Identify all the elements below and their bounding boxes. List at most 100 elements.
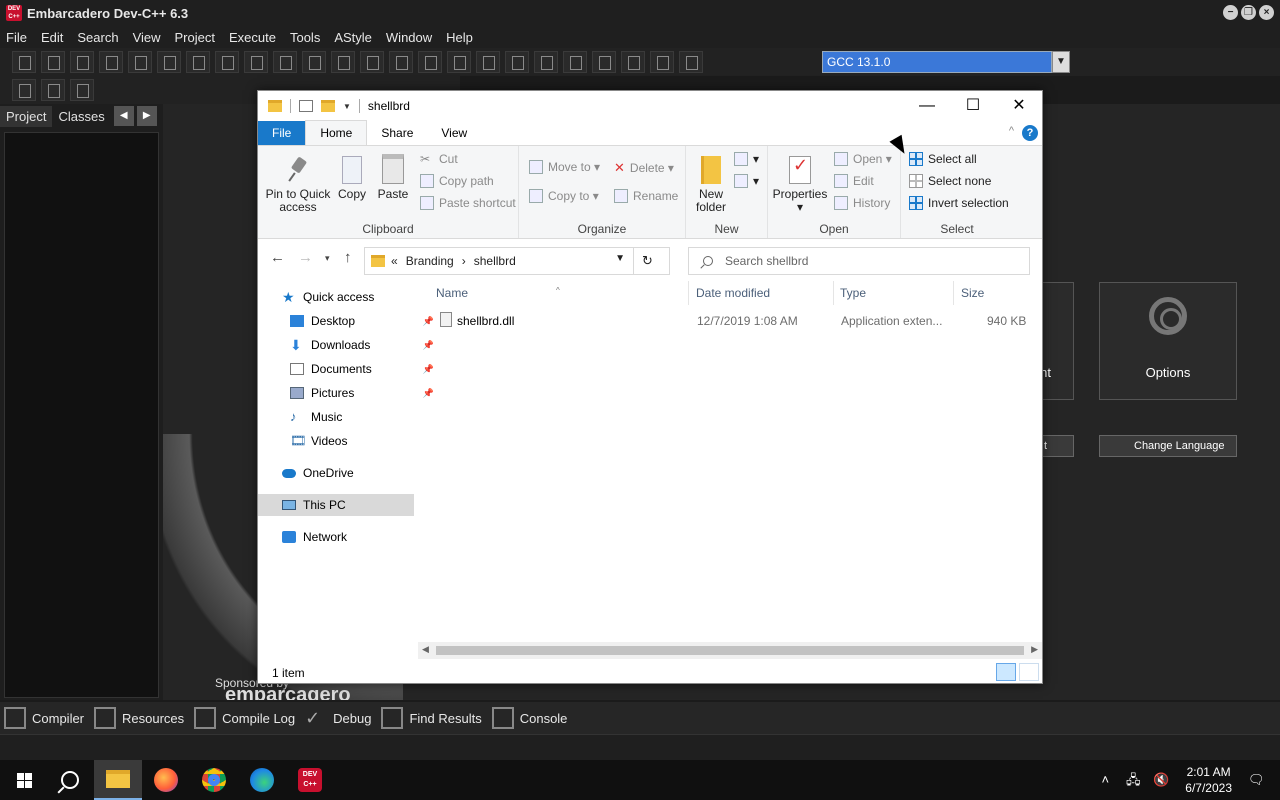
select-none-button[interactable]: Select none bbox=[909, 174, 991, 188]
menu-astyle[interactable]: AStyle bbox=[334, 30, 372, 45]
nav-item-network[interactable]: Network bbox=[282, 526, 438, 548]
new-folder-button[interactable]: New folder bbox=[694, 156, 728, 214]
ide-minimize-button[interactable]: − bbox=[1223, 5, 1238, 20]
taskbar-chrome[interactable] bbox=[190, 760, 238, 800]
scroll-right-icon[interactable]: ▶ bbox=[1031, 644, 1038, 655]
save-all-icon[interactable] bbox=[99, 51, 123, 73]
breadcrumb-branding[interactable]: Branding bbox=[406, 254, 454, 268]
replace-icon[interactable] bbox=[244, 51, 268, 73]
indent-icon[interactable] bbox=[389, 51, 413, 73]
taskbar-firefox[interactable] bbox=[142, 760, 190, 800]
save-icon[interactable] bbox=[70, 51, 94, 73]
stop-execution-icon[interactable] bbox=[621, 51, 645, 73]
notifications-icon[interactable]: 🗨 bbox=[1248, 772, 1265, 788]
tab-compiler[interactable]: Compiler bbox=[4, 707, 84, 729]
up-arrow-icon[interactable]: ↑ bbox=[344, 249, 352, 266]
insert-icon[interactable] bbox=[12, 79, 36, 101]
column-header-name[interactable]: Name bbox=[436, 286, 468, 300]
back-arrow-icon[interactable]: ← bbox=[270, 249, 285, 266]
help-icon[interactable]: ? bbox=[1022, 125, 1038, 141]
explorer-maximize-button[interactable]: ☐ bbox=[950, 91, 996, 121]
paste-shortcut-button[interactable]: Paste shortcut bbox=[420, 196, 516, 210]
cut-button[interactable]: ✂ Cut bbox=[420, 152, 458, 166]
ide-restore-button[interactable]: ❐ bbox=[1241, 5, 1256, 20]
network-icon[interactable]: 🖧 bbox=[1125, 772, 1141, 788]
address-dropdown-icon[interactable]: ▼ bbox=[615, 253, 625, 264]
scrollbar-thumb[interactable] bbox=[436, 646, 1024, 655]
open-file-icon[interactable] bbox=[41, 51, 65, 73]
scroll-left-icon[interactable]: ◀ bbox=[422, 644, 429, 655]
horizontal-scrollbar[interactable]: ◀ ▶ bbox=[418, 642, 1042, 659]
nav-item-onedrive[interactable]: OneDrive bbox=[282, 462, 438, 484]
run-icon[interactable] bbox=[505, 51, 529, 73]
unindent-icon[interactable] bbox=[418, 51, 442, 73]
project-tree[interactable] bbox=[4, 132, 159, 698]
recent-locations-icon[interactable]: ▾ bbox=[325, 253, 330, 264]
chevron-right-icon[interactable]: ▶ bbox=[136, 106, 157, 126]
ribbon-tab-home[interactable]: Home bbox=[305, 120, 368, 145]
syntax-check-icon[interactable] bbox=[592, 51, 616, 73]
chevron-left-icon[interactable]: ◀ bbox=[113, 106, 134, 126]
options-card[interactable]: Options bbox=[1099, 282, 1237, 400]
edit-button[interactable]: Edit bbox=[834, 174, 874, 188]
redo-icon[interactable] bbox=[360, 51, 384, 73]
move-to-button[interactable]: Move to ▾ bbox=[529, 160, 600, 174]
copy-path-button[interactable]: Copy path bbox=[420, 174, 494, 188]
menu-help[interactable]: Help bbox=[446, 30, 473, 45]
new-folder-quick-icon[interactable] bbox=[321, 100, 335, 112]
tab-classes[interactable]: Classes bbox=[52, 106, 110, 127]
ide-close-button[interactable]: × bbox=[1259, 5, 1274, 20]
taskbar-edge[interactable] bbox=[238, 760, 286, 800]
select-all-button[interactable]: Select all bbox=[909, 152, 977, 166]
copy-to-button[interactable]: Copy to ▾ bbox=[529, 189, 599, 203]
taskbar-search-button[interactable] bbox=[46, 760, 94, 800]
tab-find-results[interactable]: Find Results bbox=[381, 707, 482, 729]
compiler-dropdown-icon[interactable]: ▼ bbox=[1052, 51, 1070, 73]
ribbon-tab-file[interactable]: File bbox=[258, 121, 306, 145]
column-header-type[interactable]: Type bbox=[840, 286, 866, 300]
nav-item-this-pc[interactable]: This PC bbox=[258, 494, 414, 516]
details-view-icon[interactable] bbox=[996, 663, 1016, 681]
profile-icon[interactable] bbox=[650, 51, 674, 73]
open-button[interactable]: Open ▾ bbox=[834, 152, 892, 166]
start-button[interactable] bbox=[0, 760, 46, 800]
comment-icon[interactable] bbox=[447, 51, 471, 73]
bookmark-icon[interactable] bbox=[41, 79, 65, 101]
goto-bookmark-icon[interactable] bbox=[70, 79, 94, 101]
forward-arrow-icon[interactable]: → bbox=[298, 249, 313, 266]
taskbar-clock[interactable]: 2:01 AM 6/7/2023 bbox=[1185, 764, 1232, 796]
copy-button[interactable]: Copy bbox=[336, 156, 368, 201]
taskbar-file-explorer[interactable] bbox=[94, 760, 142, 800]
chevron-up-icon[interactable]: ˄ bbox=[1097, 772, 1113, 788]
find-next-icon[interactable] bbox=[273, 51, 297, 73]
properties-button[interactable]: Properties▾ bbox=[772, 156, 828, 214]
address-overflow[interactable]: « bbox=[391, 254, 398, 268]
menu-file[interactable]: File bbox=[6, 30, 27, 45]
pin-to-quick-access-button[interactable]: Pin to Quick access bbox=[264, 156, 332, 214]
close-file-icon[interactable] bbox=[128, 51, 152, 73]
menu-window[interactable]: Window bbox=[386, 30, 432, 45]
goto-line-icon[interactable] bbox=[302, 51, 326, 73]
delete-button[interactable]: ✕ Delete ▾ bbox=[614, 160, 674, 176]
ribbon-tab-view[interactable]: View bbox=[427, 121, 481, 145]
nav-item-quick-access[interactable]: ★ Quick access bbox=[282, 286, 438, 308]
rebuild-icon[interactable] bbox=[563, 51, 587, 73]
tab-console[interactable]: Console bbox=[491, 707, 567, 729]
undo-icon[interactable] bbox=[331, 51, 355, 73]
tab-compile-log[interactable]: Compile Log bbox=[194, 707, 295, 729]
print-icon[interactable] bbox=[186, 51, 210, 73]
new-item-button[interactable]: ▾ bbox=[734, 152, 759, 166]
menu-edit[interactable]: Edit bbox=[41, 30, 63, 45]
explorer-minimize-button[interactable]: — bbox=[904, 91, 950, 121]
change-language-button[interactable]: Change Language bbox=[1099, 435, 1237, 457]
quick-access-dropdown-icon[interactable]: ▼ bbox=[343, 102, 351, 111]
ribbon-collapse-icon[interactable]: ^ bbox=[1009, 125, 1014, 137]
invert-selection-button[interactable]: Invert selection bbox=[909, 196, 1009, 210]
tab-resources[interactable]: Resources bbox=[94, 707, 184, 729]
breadcrumb-shellbrd[interactable]: shellbrd bbox=[474, 254, 516, 268]
volume-muted-icon[interactable]: 🔇 bbox=[1153, 772, 1169, 788]
search-input[interactable]: Search shellbrd bbox=[688, 247, 1030, 275]
compile-icon[interactable] bbox=[476, 51, 500, 73]
ribbon-tab-share[interactable]: Share bbox=[367, 121, 427, 145]
large-icons-view-icon[interactable] bbox=[1019, 663, 1039, 681]
